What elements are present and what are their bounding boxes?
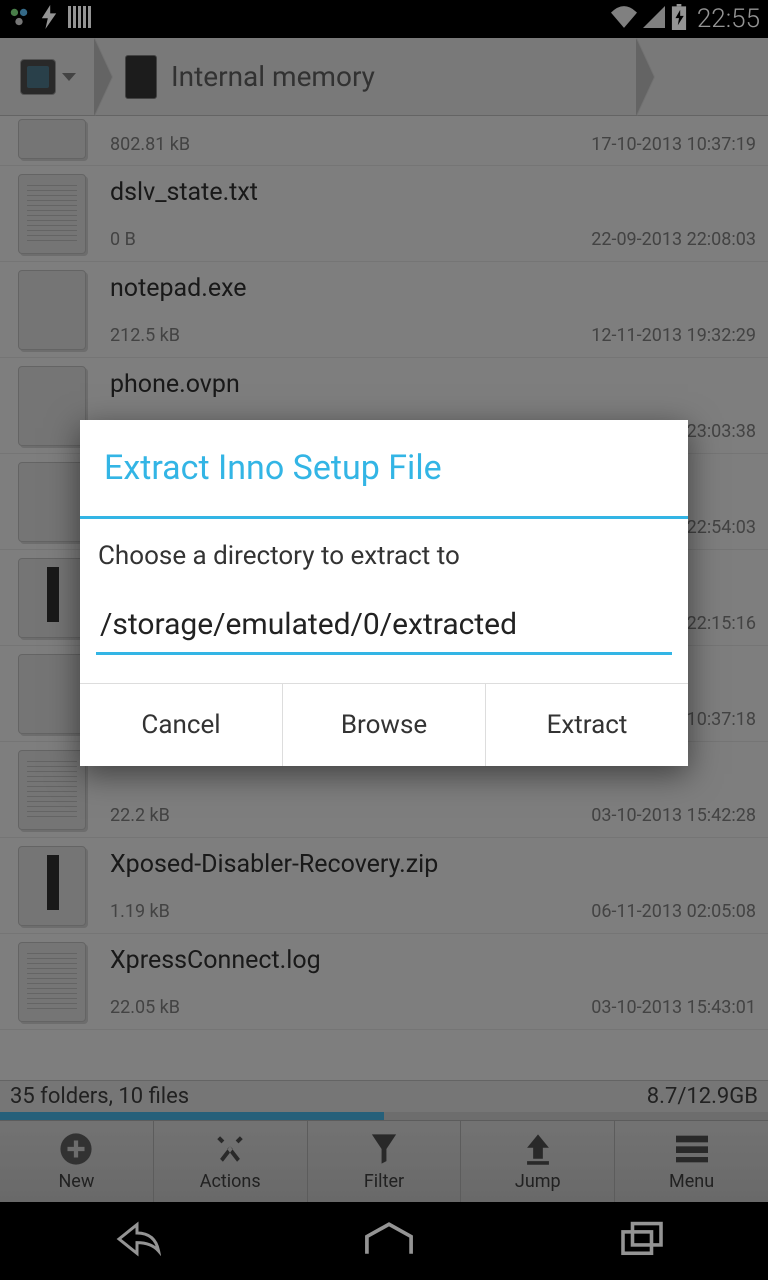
browse-button[interactable]: Browse	[283, 684, 486, 766]
dialog-message: Choose a directory to extract to	[96, 541, 672, 571]
path-input[interactable]	[96, 599, 672, 655]
extract-dialog: Extract Inno Setup File Choose a directo…	[80, 420, 688, 766]
cancel-button[interactable]: Cancel	[80, 684, 283, 766]
extract-button[interactable]: Extract	[486, 684, 688, 766]
dialog-title: Extract Inno Setup File	[80, 420, 688, 516]
